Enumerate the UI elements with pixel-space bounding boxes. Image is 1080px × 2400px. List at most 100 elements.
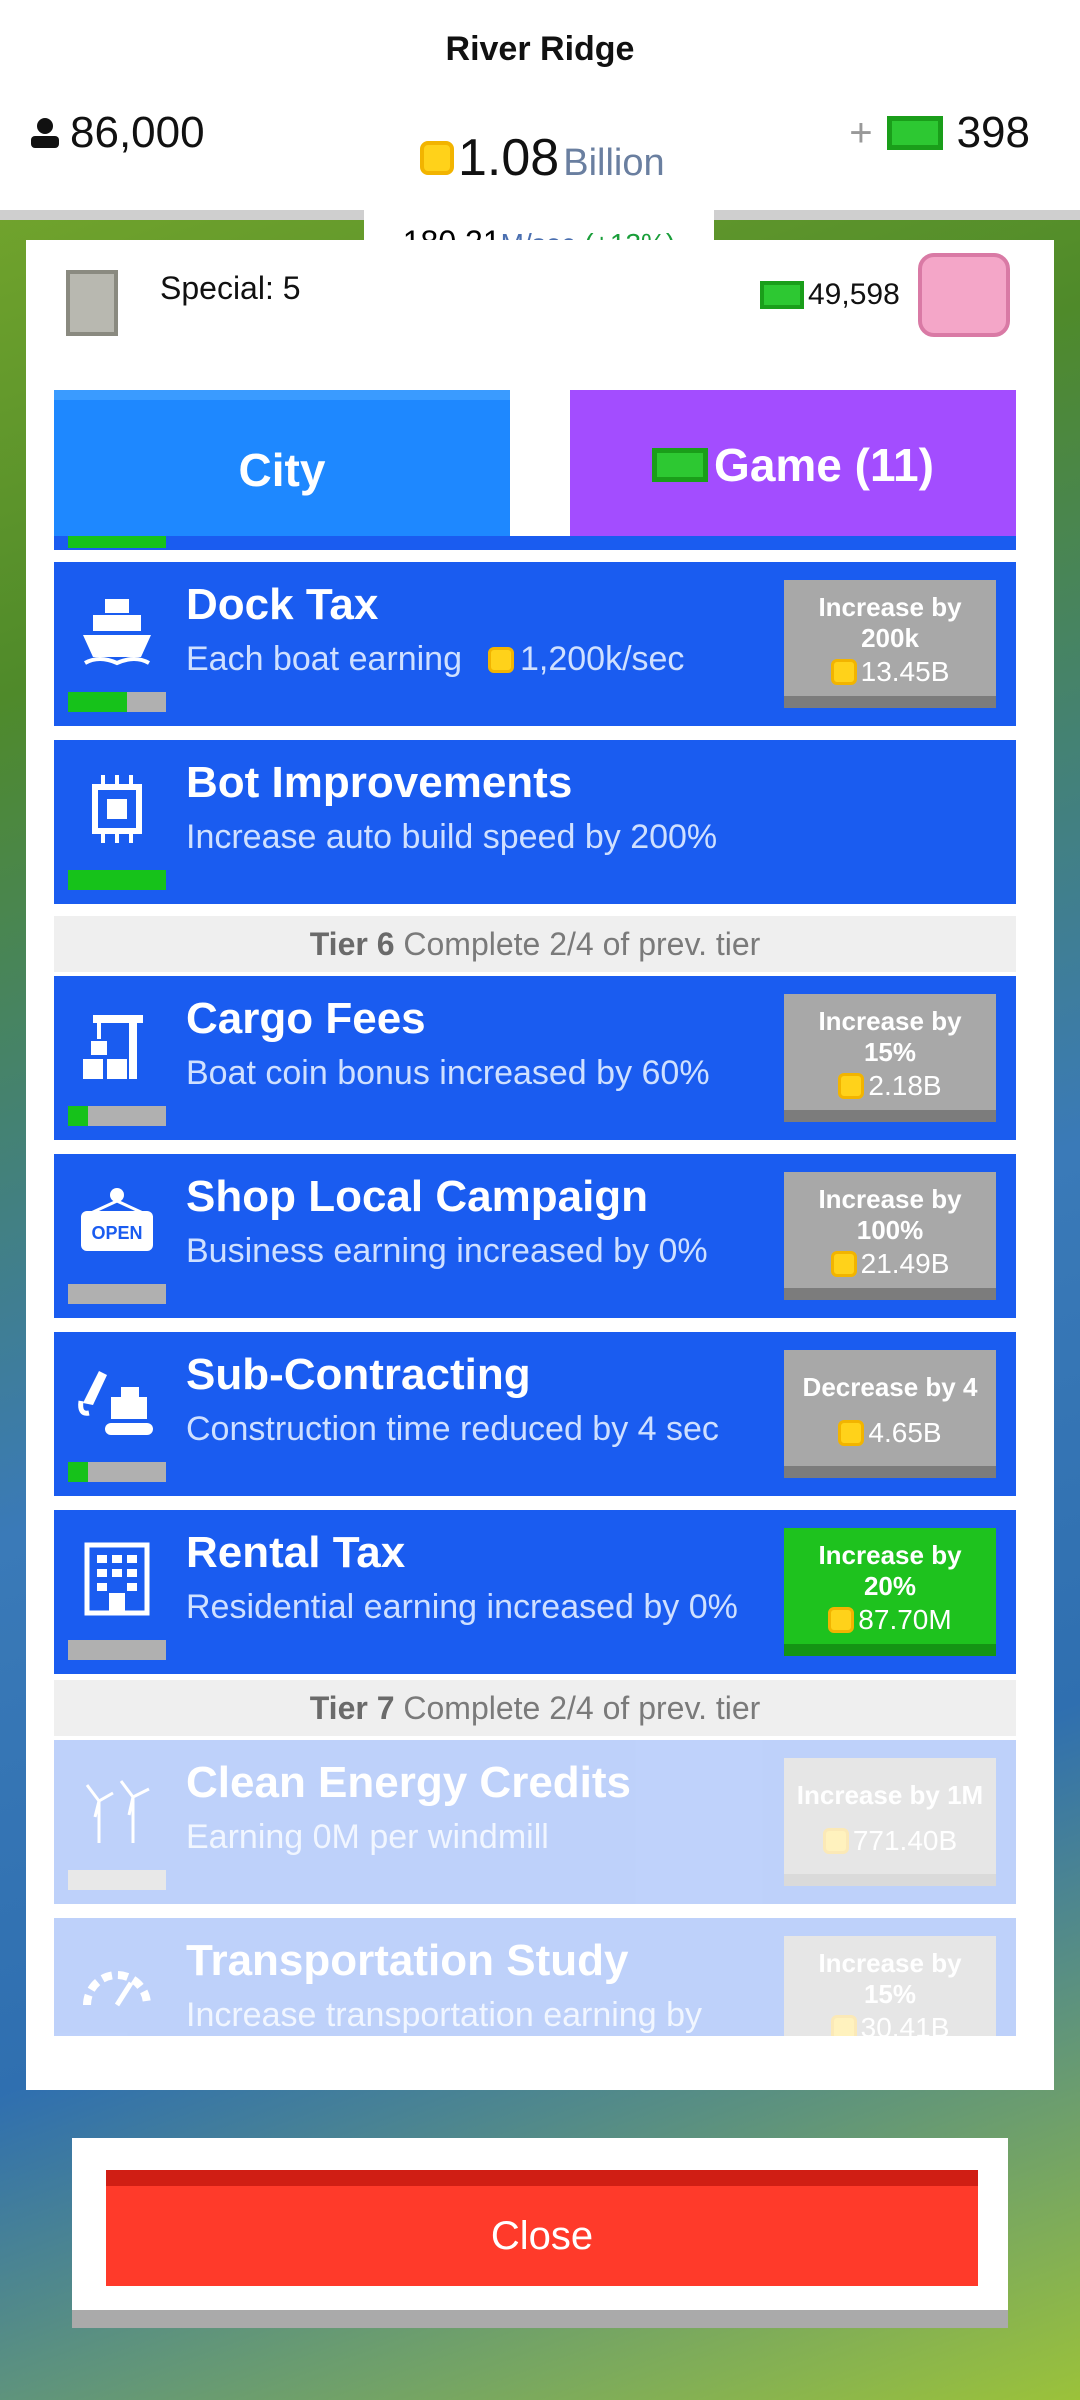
upgrade-desc-text: Each boat earning <box>186 640 462 678</box>
progress-bar <box>68 536 166 548</box>
tab-game-label: Game (11) <box>714 439 934 491</box>
building-icon <box>76 1538 158 1620</box>
button-line2: 15% <box>863 1037 917 1067</box>
arch-icon <box>66 270 118 336</box>
coin-icon <box>487 646 514 673</box>
chip-icon <box>76 768 158 850</box>
progress-bar <box>68 1284 166 1304</box>
coin-icon <box>830 2015 857 2036</box>
upgrade-cost: 21.49B <box>860 1248 950 1279</box>
upgrade-card-partial[interactable] <box>54 536 1016 550</box>
coin-icon <box>838 1420 865 1446</box>
upgrade-title: Transportation Study <box>186 1936 629 1985</box>
tab-bar: City Game (11) <box>54 390 1016 540</box>
upgrade-buy-button: Increase by 1M 771.40B <box>784 1758 996 1886</box>
coins-display: 1.08 Billion <box>420 128 665 188</box>
upgrade-title: Dock Tax <box>186 580 379 629</box>
coin-icon <box>830 659 857 685</box>
upgrade-description: Construction time reduced by 4 sec <box>186 1410 719 1448</box>
cash-icon <box>886 116 943 150</box>
tier-label: Tier 7 <box>309 1690 395 1726</box>
progress-bar <box>68 870 166 890</box>
upgrade-description: Increase auto build speed by 200% <box>186 818 718 856</box>
coin-icon <box>830 1251 857 1277</box>
upgrade-card[interactable]: Bot Improvements Increase auto build spe… <box>54 740 1016 904</box>
piggy-bank-icon <box>917 253 1010 337</box>
upgrade-title: Bot Improvements <box>186 758 573 807</box>
upgrade-description: Increase transportation earning by <box>186 1996 702 2034</box>
upgrade-description: Each boat earning 1,200k/sec <box>186 640 684 679</box>
upgrade-title: Sub-Contracting <box>186 1350 531 1399</box>
special-label: Special: 5 <box>160 270 301 306</box>
cash-value: 398 <box>956 108 1030 157</box>
upgrade-description: Residential earning increased by 0% <box>186 1588 738 1626</box>
button-line2: 15% <box>863 1979 917 2009</box>
upgrade-title: Rental Tax <box>186 1528 406 1577</box>
upgrade-card-locked: Transportation Study Increase transporta… <box>54 1918 1016 2036</box>
coins-unit: Billion <box>563 142 665 184</box>
tab-city[interactable]: City <box>54 390 510 540</box>
upgrade-description: Earning 0M per windmill <box>186 1818 549 1856</box>
upgrade-cost: 13.45B <box>860 656 950 687</box>
button-line2: 200k <box>861 623 919 653</box>
upgrade-cost: 87.70M <box>858 1604 952 1635</box>
tier-header: Tier 6 Complete 2/4 of prev. tier <box>54 916 1016 972</box>
tier-header: Tier 7 Complete 2/4 of prev. tier <box>54 1680 1016 1736</box>
excavator-icon <box>76 1360 158 1442</box>
upgrade-cost: 4.65B <box>868 1417 942 1448</box>
button-line1: Decrease by 4 <box>802 1372 978 1402</box>
upgrade-buy-button[interactable]: Increase by 20% 87.70M <box>784 1528 996 1656</box>
upgrade-buy-button[interactable]: Increase by 15% 2.18B <box>784 994 996 1122</box>
button-line1: Increase by <box>818 592 962 622</box>
upgrade-buy-button: Increase by 15% 30.41B <box>784 1936 996 2036</box>
upgrade-title: Shop Local Campaign <box>186 1172 649 1221</box>
upgrade-desc-value: 1,200k/sec <box>519 640 685 678</box>
progress-bar <box>68 692 166 712</box>
svg-text:OPEN: OPEN <box>91 1223 142 1243</box>
special-tab[interactable]: Special: 5 <box>26 240 340 350</box>
button-line1: Increase by <box>818 1540 962 1570</box>
add-cash-button[interactable]: + <box>849 111 872 156</box>
upgrade-description: Boat coin bonus increased by 60% <box>186 1054 710 1092</box>
coin-icon <box>420 141 454 175</box>
progress-bar <box>68 1870 166 1890</box>
progress-bar <box>68 1462 166 1482</box>
upgrade-card[interactable]: Rental Tax Residential earning increased… <box>54 1510 1016 1674</box>
top-bar: River Ridge 86,000 1.08 Billion + 398 <box>0 0 1080 220</box>
upgrade-card[interactable]: OPEN Shop Local Campaign Business earnin… <box>54 1154 1016 1318</box>
crane-icon <box>76 1004 158 1086</box>
button-line1: Increase by <box>818 1948 962 1978</box>
upgrade-card-locked: Clean Energy Credits Earning 0M per wind… <box>54 1740 1016 1904</box>
population-value: 86,000 <box>70 108 205 157</box>
cash-icon <box>652 448 709 482</box>
tier-requirement: Complete 2/4 of prev. tier <box>403 926 761 962</box>
gauge-icon <box>76 1946 158 2028</box>
upgrade-buy-button[interactable]: Increase by 200k 13.45B <box>784 580 996 708</box>
upgrade-buy-button[interactable]: Increase by 100% 21.49B <box>784 1172 996 1300</box>
piggy-bank-tab[interactable]: 49,598 <box>740 240 1054 350</box>
upgrade-list[interactable]: Dock Tax Each boat earning 1,200k/sec In… <box>54 536 1016 2036</box>
city-name: River Ridge <box>445 30 635 68</box>
button-line1: Increase by <box>818 1006 962 1036</box>
button-line2: 100% <box>856 1215 924 1245</box>
coins-value: 1.08 <box>458 129 560 187</box>
upgrade-cost: 771.40B <box>852 1825 958 1856</box>
tier-label: Tier 6 <box>309 926 395 962</box>
upgrade-cost: 2.18B <box>868 1070 942 1101</box>
upgrade-card[interactable]: Sub-Contracting Construction time reduce… <box>54 1332 1016 1496</box>
close-button[interactable]: Close <box>106 2170 978 2286</box>
open-sign-icon: OPEN <box>76 1182 158 1264</box>
upgrade-card[interactable]: Dock Tax Each boat earning 1,200k/sec In… <box>54 562 1016 726</box>
person-icon <box>31 118 59 148</box>
upgrade-title: Clean Energy Credits <box>186 1758 632 1807</box>
cash-display[interactable]: + 398 <box>849 108 1030 158</box>
button-line1: Increase by <box>818 1184 962 1214</box>
ship-icon <box>76 590 158 672</box>
windmill-icon <box>76 1768 158 1850</box>
bank-value: 49,598 <box>808 278 900 311</box>
upgrade-description: Business earning increased by 0% <box>186 1232 708 1270</box>
upgrade-buy-button[interactable]: Decrease by 4 4.65B <box>784 1350 996 1478</box>
tab-game[interactable]: Game (11) <box>570 390 1016 540</box>
upgrades-panel: Special: 5 49,598 City Game (11) Dock Ta… <box>26 240 1054 2090</box>
upgrade-card[interactable]: Cargo Fees Boat coin bonus increased by … <box>54 976 1016 1140</box>
